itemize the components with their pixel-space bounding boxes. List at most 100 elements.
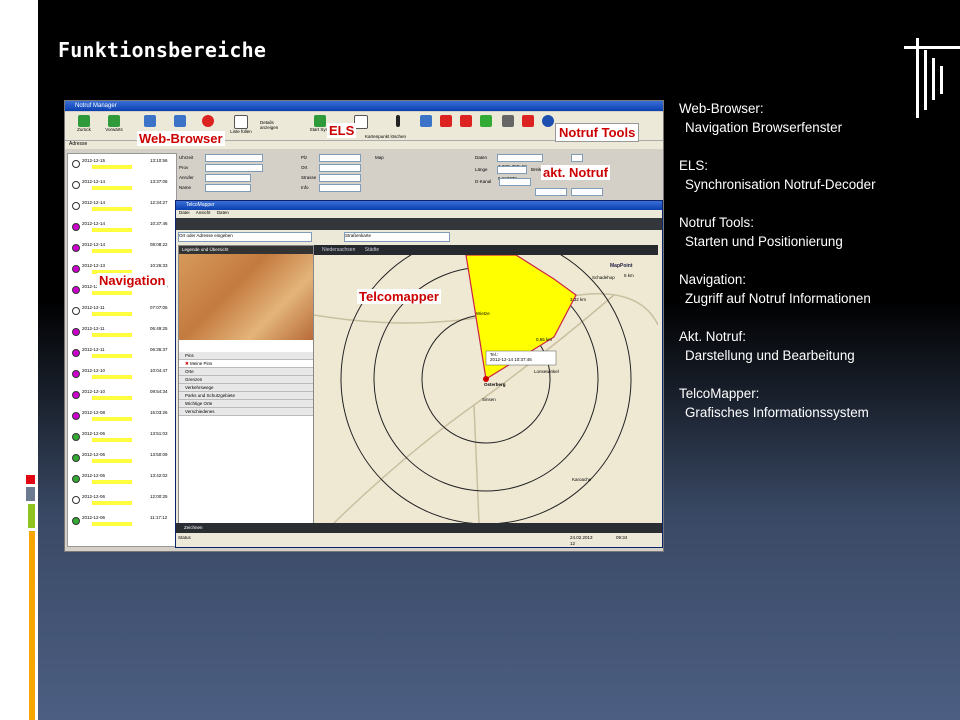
legend-item[interactable]: Wichtige Orte — [179, 400, 313, 408]
tab-staedte[interactable]: Städte — [365, 247, 379, 253]
dropdown-2[interactable] — [571, 188, 603, 196]
ort-label: Ort — [301, 165, 308, 170]
legend-items: Orte Grenzen Verkehrswege Parks und Schutzg… — [179, 368, 313, 416]
popup-text: Tel.: 2012-12-14 10:37:46 — [490, 352, 532, 362]
map-type-select[interactable]: Straßenkarte — [344, 232, 450, 242]
list-item-time: 13:51:03 — [150, 431, 168, 436]
legend-item[interactable]: Parks und Schutzgebiete — [179, 392, 313, 400]
plz-label: Plz — [301, 155, 308, 160]
list-item-date: 2012-12-06 — [82, 515, 106, 520]
tool-contacts-button[interactable] — [497, 115, 519, 137]
list-item[interactable]: 2012-12-10 09:54:34 — [70, 389, 174, 402]
plz-field[interactable] — [319, 154, 361, 162]
daten-count-field[interactable]: 5 — [571, 154, 583, 169]
ort-field[interactable] — [319, 164, 361, 172]
list-item[interactable]: 2012-12-11 06:49:25 — [70, 326, 174, 339]
description-gap — [679, 194, 949, 213]
list-item[interactable]: 2012-12-14 08:08:22 — [70, 242, 174, 255]
map-option[interactable]: Map — [375, 155, 384, 160]
list-item[interactable]: 2012-12-14 12:34:27 — [70, 200, 174, 213]
legend-item[interactable]: Verkehrswege — [179, 384, 313, 392]
pointer-button[interactable] — [387, 115, 409, 137]
navigation-list[interactable]: 2012-12-15 13:10:56 2012-12-14 13:37:06 2012… — [67, 153, 177, 547]
tool-disk-button[interactable] — [455, 115, 477, 137]
overview-map[interactable] — [179, 254, 313, 340]
description-list: Web-Browser: Navigation Browserfenster ELS… — [679, 99, 949, 422]
list-item-date: 2012-12-06 — [82, 452, 106, 457]
notruf-manager-screenshot: Notruf Manager Zurück Vorwärts Liste fül… — [64, 100, 664, 552]
uhrzeit-label: Uhrzeit — [179, 155, 194, 160]
legend-item[interactable]: Grenzen — [179, 376, 313, 384]
daten-label: Daten — [475, 155, 488, 160]
map-view[interactable]: Niedersachsen Städte Tel.: 2012-12-14 10… — [314, 245, 658, 523]
tool-battery-button[interactable] — [475, 115, 497, 137]
battery-icon — [480, 115, 492, 127]
description-heading: ELS: — [679, 158, 709, 173]
details-checkbox[interactable]: Details anzeigen — [260, 120, 286, 130]
list-item[interactable]: 2012-12-06 11:17:12 — [70, 515, 174, 528]
list-fill-label: Liste füllen — [230, 129, 252, 134]
list-item[interactable]: 2012-12-06 13:42:02 — [70, 473, 174, 486]
tab-niedersachsen[interactable]: Niedersachsen — [322, 247, 355, 253]
menu-datei[interactable]: Datei — [179, 210, 190, 215]
list-item[interactable]: 2012-12-10 10:04:47 — [70, 368, 174, 381]
list-item-time: 08:08:22 — [150, 242, 168, 247]
laenge-label: Länge — [475, 167, 488, 172]
list-item-highlight — [92, 249, 132, 253]
strasse-field[interactable] — [319, 174, 361, 182]
list-fill-button[interactable]: Liste füllen — [225, 115, 257, 137]
list-item[interactable]: 2012-12-14 10:37:46 — [70, 221, 174, 234]
uhrzeit-field[interactable]: 2012-12-14 10:37:46 — [205, 154, 263, 169]
legend-item[interactable]: Verschiedenes — [179, 408, 313, 416]
list-item[interactable]: 2012-12-14 13:37:06 — [70, 179, 174, 192]
list-item[interactable]: 2012-12-06 12:00:25 — [70, 494, 174, 507]
back-button[interactable]: Zurück — [73, 115, 95, 137]
arrow-up-icon — [396, 115, 400, 127]
anrufer-field[interactable] — [205, 174, 251, 182]
list-item[interactable]: 2012-12-15 13:10:56 — [70, 158, 174, 171]
list-item[interactable]: 2012-12-08 15:03:26 — [70, 410, 174, 423]
list-item-date: 2012-12-14 — [82, 200, 106, 205]
menu-ansicht[interactable]: Ansicht — [196, 210, 211, 215]
contacts-icon — [502, 115, 514, 127]
list-item-highlight — [92, 417, 132, 421]
tool-record-button[interactable] — [435, 115, 457, 137]
list-item[interactable]: 2012-12-11 06:36:37 — [70, 347, 174, 360]
list-item-date: 2012-12-11 — [82, 305, 105, 310]
dropdown-1[interactable] — [535, 188, 567, 196]
prov-field[interactable]: Telekom D1 — [205, 164, 263, 179]
description-heading: Navigation: — [679, 272, 746, 287]
list-item-time: 10:04:47 — [150, 368, 168, 373]
name-field[interactable] — [205, 184, 251, 192]
description-heading: Web-Browser: — [679, 101, 764, 116]
anrufer-label: Anrufer — [179, 175, 194, 180]
list-item-time: 10:37:46 — [150, 221, 168, 226]
draw-tool[interactable]: Zeichnen — [184, 525, 203, 530]
list-item[interactable]: 2012-12-06 13:50:09 — [70, 452, 174, 465]
list-item-highlight — [92, 228, 132, 232]
list-item-time: 15:03:26 — [150, 410, 168, 415]
forward-button[interactable]: Vorwärts — [103, 115, 125, 137]
clock-icon — [72, 475, 80, 483]
list-item-time: 06:49:25 — [150, 326, 168, 331]
tool-monitor-button[interactable] — [415, 115, 437, 137]
legend-pins[interactable]: Pins — [179, 352, 313, 360]
legend-item[interactable]: Orte — [179, 368, 313, 376]
search-input[interactable]: Ort oder Adresse eingeben — [178, 232, 312, 242]
daten-field[interactable]: 3,339; 350; 58 — [497, 154, 543, 169]
distance-3: 5 km — [624, 273, 634, 278]
details-label: Details anzeigen — [260, 120, 279, 130]
list-item[interactable]: 2012-12-11 07:07:06 — [70, 305, 174, 318]
list-item-time: 13:10:56 — [150, 158, 168, 163]
deco-block-orange — [29, 531, 35, 720]
search-placeholder: Ort oder Adresse eingeben — [179, 233, 233, 238]
laenge-field[interactable]: 9,627778 — [497, 166, 527, 181]
legend-my-pins[interactable]: ✖ Meine Pins — [179, 360, 313, 368]
clock-icon — [72, 391, 80, 399]
info-field[interactable] — [319, 184, 361, 192]
list-item[interactable]: 2012-12-06 13:51:03 — [70, 431, 174, 444]
dkanal-field[interactable] — [499, 178, 531, 186]
callout-els: ELS — [327, 123, 357, 138]
tool-chart-button[interactable] — [517, 115, 539, 137]
menu-daten[interactable]: Daten — [217, 210, 229, 215]
